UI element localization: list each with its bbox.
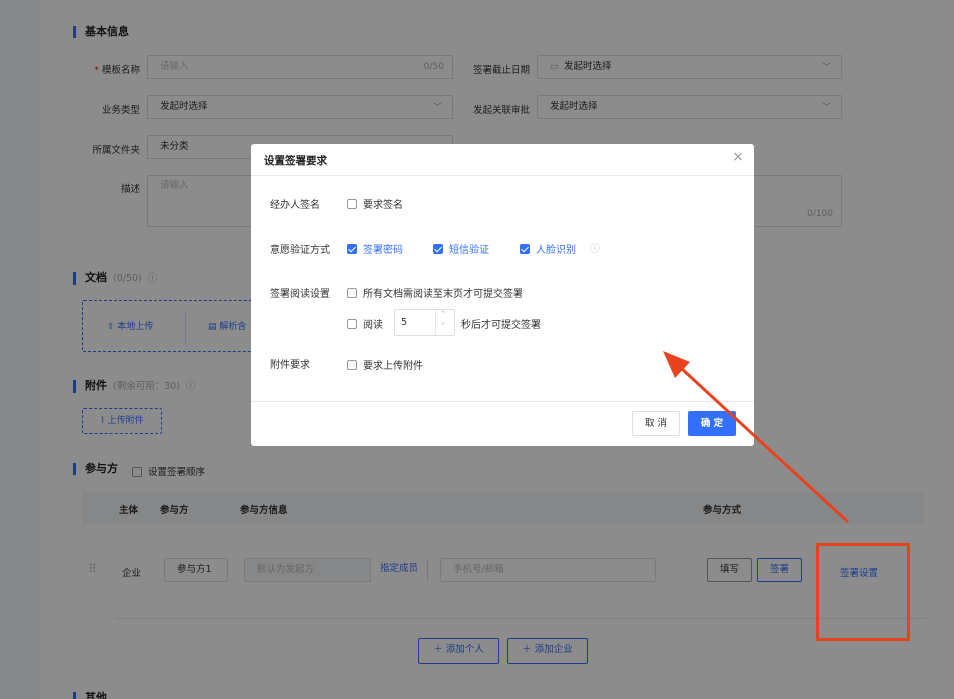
annotation-highlight-box bbox=[816, 543, 910, 641]
annotation-arrow bbox=[663, 351, 850, 524]
